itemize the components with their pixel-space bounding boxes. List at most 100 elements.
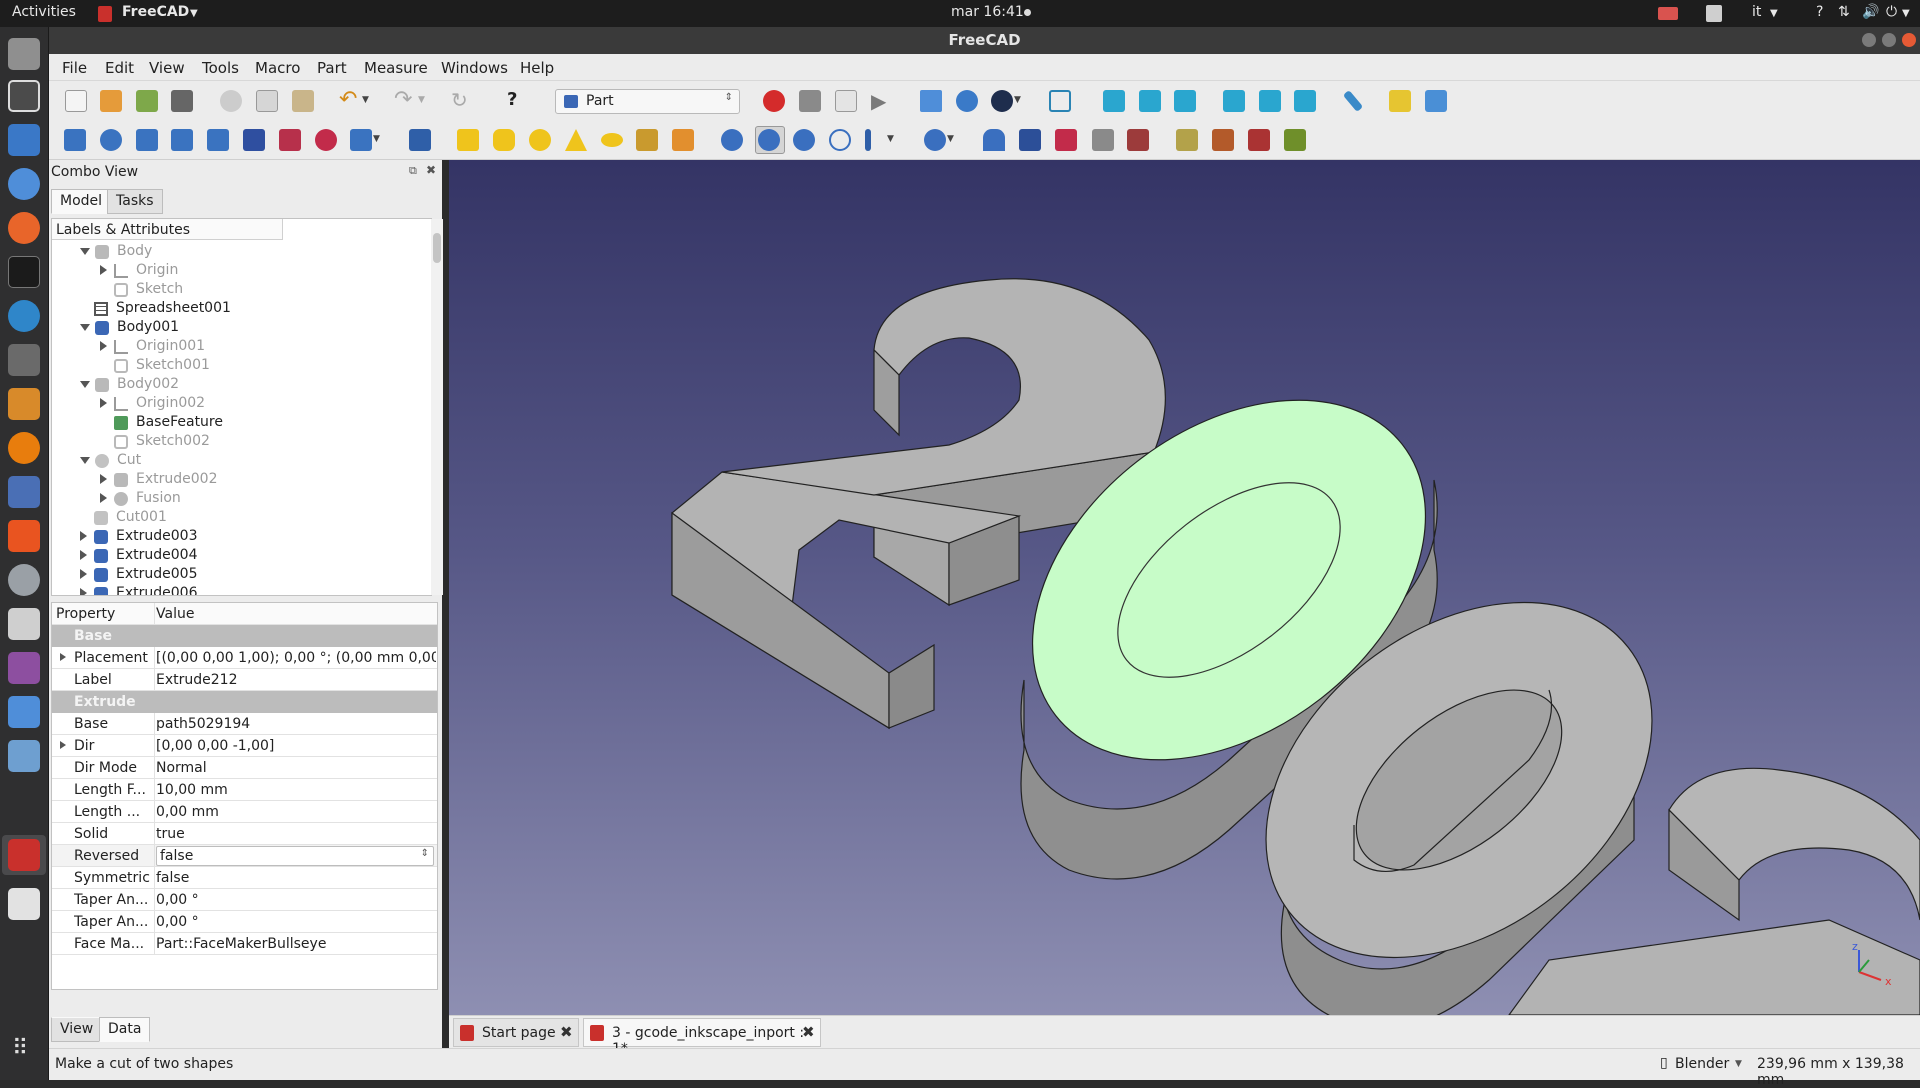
defeaturing-icon[interactable] [1055, 129, 1077, 151]
folder-icon[interactable] [1425, 90, 1447, 112]
section-icon[interactable] [409, 129, 431, 151]
property-value[interactable]: path5029194 [156, 716, 436, 732]
expand-arrow-icon[interactable] [80, 588, 87, 595]
property-row-face-maker[interactable]: Face Ma... Part::FaceMakerBullseye [52, 933, 437, 955]
property-row-length-forward[interactable]: Length F... 10,00 mm [52, 779, 437, 801]
3d-viewport[interactable]: z x [449, 160, 1920, 1015]
app-icon[interactable] [8, 476, 40, 508]
gimp-icon[interactable] [8, 344, 40, 376]
property-value[interactable]: true [156, 826, 436, 842]
sweep-icon[interactable] [350, 129, 372, 151]
app-icon[interactable] [8, 696, 40, 728]
ruled-surface-icon[interactable] [279, 129, 301, 151]
property-value[interactable]: 0,00 mm [156, 804, 436, 820]
primitives-icon[interactable] [636, 129, 658, 151]
measure-distance-icon[interactable] [1342, 90, 1364, 112]
terminal-icon[interactable] [8, 256, 40, 288]
fillet-icon[interactable] [171, 129, 193, 151]
save-icon[interactable] [136, 90, 158, 112]
undo-icon[interactable]: ↶ [339, 89, 361, 112]
keyboard-layout[interactable]: it [1752, 4, 1761, 20]
offset-icon[interactable] [1127, 129, 1149, 151]
virtualbox-icon[interactable] [8, 740, 40, 772]
expand-arrow-icon[interactable] [100, 493, 107, 503]
clipboard-icon[interactable] [1706, 5, 1722, 22]
property-row-label[interactable]: Label Extrude212 [52, 669, 437, 691]
left-view-icon[interactable] [1294, 90, 1316, 112]
whats-this-icon[interactable]: ? [507, 90, 529, 112]
camera-icon[interactable] [8, 608, 40, 640]
menu-help[interactable]: Help [520, 59, 554, 77]
thickness-icon[interactable] [1176, 129, 1198, 151]
expand-arrow-icon[interactable] [80, 569, 87, 579]
tab-data[interactable]: Data [99, 1017, 151, 1042]
record-macro-icon[interactable] [763, 90, 785, 112]
menu-windows[interactable]: Windows [441, 59, 508, 77]
chevron-down-icon[interactable]: ▼ [1735, 1059, 1742, 1069]
menu-tools[interactable]: Tools [202, 59, 239, 77]
menu-file[interactable]: File [62, 59, 87, 77]
expand-arrow-icon[interactable] [80, 457, 90, 464]
tab-document[interactable]: 3 - gcode_inkscape_inport : 1* ✖ [583, 1018, 821, 1057]
help-icon[interactable]: ? [1816, 4, 1823, 20]
chevron-down-icon[interactable]: ▼ [362, 95, 384, 117]
property-row-reversed[interactable]: Reversed false ⇕ [52, 845, 437, 867]
fit-all-icon[interactable] [920, 90, 942, 112]
tab-tasks[interactable]: Tasks [107, 189, 163, 214]
part-icon[interactable] [1389, 90, 1411, 112]
cube-icon[interactable] [457, 129, 479, 151]
isometric-view-icon[interactable] [1049, 90, 1071, 112]
shape-builder-icon[interactable] [672, 129, 694, 151]
menu-edit[interactable]: Edit [105, 59, 134, 77]
sphere-icon[interactable] [529, 129, 551, 151]
property-value[interactable]: [0,00 0,00 -1,00] [156, 738, 436, 754]
fit-selection-icon[interactable] [956, 90, 978, 112]
copy-icon[interactable] [256, 90, 278, 112]
tab-model[interactable]: Model [51, 189, 112, 214]
right-view-icon[interactable] [1174, 90, 1196, 112]
bottom-view-icon[interactable] [1259, 90, 1281, 112]
boolean-icon[interactable] [721, 129, 743, 151]
expand-arrow-icon[interactable] [80, 550, 87, 560]
property-value[interactable]: [(0,00 0,00 1,00); 0,00 °; (0,00 mm 0,00… [156, 650, 436, 666]
refresh-icon[interactable]: ↻ [451, 90, 473, 112]
chamfer-icon[interactable] [207, 129, 229, 151]
volume-icon[interactable]: 🔊 [1862, 4, 1879, 20]
firefox-icon[interactable] [8, 212, 40, 244]
property-row-base[interactable]: Base path5029194 [52, 713, 437, 735]
property-value[interactable]: 0,00 ° [156, 914, 436, 930]
split-icon[interactable] [924, 129, 946, 151]
settings-icon[interactable] [8, 564, 40, 596]
freecad-icon[interactable] [8, 839, 40, 871]
extrude-icon[interactable] [64, 129, 86, 151]
show-applications-icon[interactable]: ⠿ [12, 1037, 36, 1061]
workbench-selector[interactable]: Part ⇕ [555, 89, 740, 114]
rear-view-icon[interactable] [1223, 90, 1245, 112]
tab-start-page[interactable]: Start page ✖ [453, 1018, 579, 1047]
chromium-icon[interactable] [8, 168, 40, 200]
close-panel-icon[interactable]: ✖ [426, 163, 436, 177]
file-manager-icon[interactable] [8, 38, 40, 70]
property-row-taper-angle-rev[interactable]: Taper An... 0,00 ° [52, 911, 437, 933]
paste-icon[interactable] [292, 90, 314, 112]
cylinder-icon[interactable] [493, 129, 515, 151]
blender-icon[interactable] [8, 432, 40, 464]
container-icon[interactable] [1284, 129, 1306, 151]
app-icon[interactable] [8, 300, 40, 332]
tree-scrollbar[interactable] [431, 219, 443, 595]
inkscape-icon[interactable] [8, 80, 40, 112]
property-row-placement[interactable]: Placement [(0,00 0,00 1,00); 0,00 °; (0,… [52, 647, 437, 669]
float-panel-icon[interactable]: ⧉ [409, 164, 417, 178]
clock[interactable]: mar 16:41 [951, 4, 1024, 20]
cut-icon[interactable] [220, 90, 242, 112]
check-geometry-icon[interactable] [1019, 129, 1041, 151]
run-macro-icon[interactable]: ▶ [871, 90, 893, 112]
property-row-symmetric[interactable]: Symmetric false [52, 867, 437, 889]
front-view-icon[interactable] [1103, 90, 1125, 112]
expand-arrow-icon[interactable] [100, 398, 107, 408]
scrollbar-thumb[interactable] [433, 233, 441, 263]
expand-arrow-icon[interactable] [80, 248, 90, 255]
close-button[interactable] [1902, 33, 1916, 47]
property-row-dir[interactable]: Dir [0,00 0,00 -1,00] [52, 735, 437, 757]
top-view-icon[interactable] [1139, 90, 1161, 112]
